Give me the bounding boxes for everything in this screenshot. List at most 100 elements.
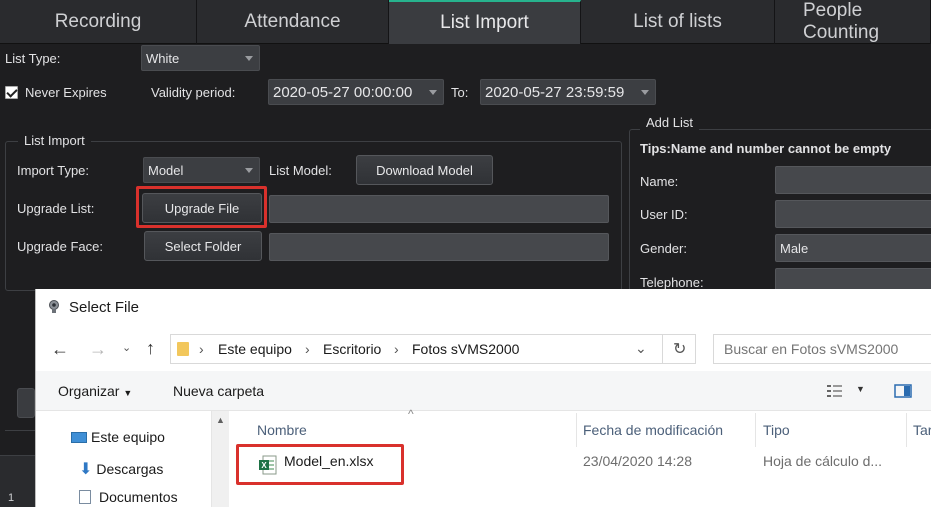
forward-arrow-icon[interactable]: →	[89, 339, 107, 360]
nav-item-label: Descargas	[96, 461, 164, 477]
nav-item-documentos[interactable]: Documentos	[79, 489, 178, 505]
name-label: Name:	[640, 174, 679, 189]
user-id-field[interactable]	[775, 200, 931, 228]
list-model-label: List Model:	[269, 163, 332, 178]
tab-bar: Recording Attendance List Import List of…	[0, 0, 931, 44]
back-arrow-icon[interactable]: ←	[51, 339, 69, 360]
search-input[interactable]: Buscar en Fotos sVMS2000	[713, 334, 931, 364]
column-separator[interactable]	[906, 413, 907, 447]
nav-item-label: Este equipo	[91, 429, 165, 445]
upgrade-list-label: Upgrade List:	[17, 201, 95, 216]
organize-menu[interactable]: Organizar ▼	[58, 383, 132, 399]
nav-item-descargas[interactable]: ⬇ Descargas	[79, 459, 163, 479]
tab-label: People Counting	[803, 0, 880, 43]
column-header-size[interactable]: Tar	[913, 416, 931, 444]
column-header-modified[interactable]: Fecha de modificación	[583, 416, 723, 444]
breadcrumb-item[interactable]: Escritorio	[323, 341, 381, 357]
divider	[662, 335, 663, 363]
list-type-dropdown[interactable]: White	[141, 45, 260, 71]
grid-row-number: 1	[8, 492, 15, 504]
validity-from-dropdown[interactable]: 2020-05-27 00:00:00	[268, 79, 444, 105]
tab-label: List Import	[440, 12, 529, 33]
validity-from-value: 2020-05-27 00:00:00	[273, 83, 413, 101]
up-arrow-icon[interactable]: ↑	[146, 338, 155, 359]
highlight-box	[136, 186, 267, 228]
download-model-button[interactable]: Download Model	[356, 155, 493, 185]
import-type-label: Import Type:	[17, 163, 90, 178]
name-field[interactable]	[775, 166, 931, 194]
chevron-down-icon	[245, 56, 253, 61]
divider	[5, 430, 35, 431]
refresh-icon[interactable]: ↻	[673, 339, 686, 359]
import-type-value: Model	[148, 162, 184, 178]
app-window: Recording Attendance List Import List of…	[0, 0, 931, 507]
dialog-title: Select File	[69, 299, 140, 316]
tips-text: Tips:Name and number cannot be empty	[640, 141, 892, 156]
chevron-down-icon	[641, 90, 649, 95]
new-folder-button[interactable]: Nueva carpeta	[173, 383, 264, 399]
validity-period-label: Validity period:	[151, 85, 236, 100]
user-id-label: User ID:	[640, 207, 688, 222]
list-type-value: White	[146, 50, 180, 66]
upgrade-face-path-field[interactable]	[269, 233, 609, 261]
chevron-down-icon	[429, 90, 437, 95]
caret-down-icon: ▼	[123, 388, 133, 398]
file-type: Hoja de cálculo d...	[763, 453, 883, 469]
dialog-app-icon	[49, 300, 59, 313]
breadcrumb-separator-icon: ›	[394, 341, 399, 357]
list-import-group-title: List Import	[18, 133, 91, 148]
upgrade-file-path-field[interactable]	[269, 195, 609, 223]
view-options-icon[interactable]	[826, 383, 844, 399]
to-label: To:	[451, 85, 469, 100]
search-placeholder: Buscar en Fotos sVMS2000	[724, 341, 899, 357]
breadcrumb-item[interactable]: Este equipo	[218, 341, 292, 357]
scroll-up-icon[interactable]: ▲	[216, 415, 225, 425]
breadcrumb-item[interactable]: Fotos sVMS2000	[412, 341, 519, 357]
validity-to-value: 2020-05-27 23:59:59	[485, 83, 625, 101]
column-header-name[interactable]: Nombre	[257, 416, 307, 444]
tab-label: Recording	[54, 11, 142, 32]
breadcrumb-separator-icon: ›	[199, 341, 204, 357]
address-bar[interactable]: › Este equipo › Escritorio › Fotos sVMS2…	[170, 334, 696, 364]
dialog-titlebar: Select File	[36, 289, 931, 327]
folder-icon	[177, 342, 189, 356]
import-type-dropdown[interactable]: Model	[143, 157, 260, 183]
gender-dropdown[interactable]: Male	[775, 234, 931, 262]
validity-to-dropdown[interactable]: 2020-05-27 23:59:59	[480, 79, 656, 105]
chevron-down-icon[interactable]: ⌄	[635, 340, 647, 357]
download-icon: ⬇	[79, 461, 93, 478]
tab-recording[interactable]: Recording	[0, 0, 197, 44]
column-separator[interactable]	[576, 413, 577, 447]
dialog-toolbar: Organizar ▼ Nueva carpeta ▼	[36, 371, 931, 411]
column-header-type[interactable]: Tipo	[763, 416, 790, 444]
documents-icon	[79, 490, 91, 504]
telephone-label: Telephone:	[640, 275, 704, 290]
computer-icon	[71, 432, 87, 443]
select-folder-button[interactable]: Select Folder	[144, 231, 262, 261]
tab-attendance[interactable]: Attendance	[197, 0, 389, 44]
breadcrumb-separator-icon: ›	[305, 341, 310, 357]
tab-list-of-lists[interactable]: List of lists	[581, 0, 775, 44]
background-button[interactable]	[17, 388, 35, 418]
chevron-down-icon	[245, 168, 253, 173]
list-type-label: List Type:	[5, 51, 61, 66]
column-separator[interactable]	[755, 413, 756, 447]
upgrade-face-label: Upgrade Face:	[17, 239, 103, 254]
add-list-group-title: Add List	[640, 115, 699, 130]
tab-people-counting[interactable]: People Counting	[775, 0, 931, 44]
sort-caret-icon: ^	[408, 407, 414, 421]
gender-value: Male	[780, 240, 809, 256]
tab-label: Attendance	[244, 11, 341, 32]
tab-list-import[interactable]: List Import	[389, 0, 581, 44]
nav-scrollbar[interactable]: ▲	[212, 411, 229, 507]
never-expires-label: Never Expires	[25, 85, 107, 100]
preview-pane-icon[interactable]	[894, 383, 912, 399]
recent-locations-icon[interactable]: ⌄	[122, 341, 131, 354]
navigation-pane: Este equipo ⬇ Descargas Documentos	[36, 411, 212, 507]
caret-down-icon[interactable]: ▼	[856, 384, 865, 394]
grid-panel	[0, 455, 35, 507]
tab-label: List of lists	[633, 11, 722, 32]
nav-item-label: Documentos	[99, 489, 178, 505]
nav-item-este-equipo[interactable]: Este equipo	[71, 429, 165, 445]
never-expires-checkbox[interactable]	[5, 86, 18, 99]
